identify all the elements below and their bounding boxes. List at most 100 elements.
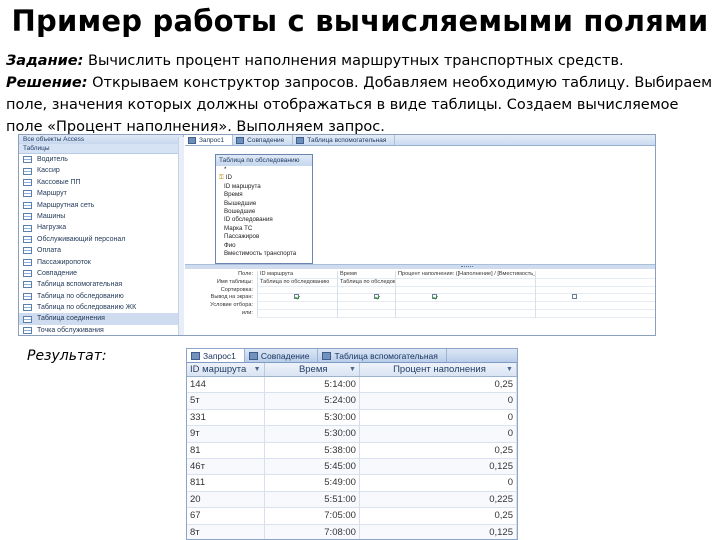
cell-time[interactable]: 5:14:00 bbox=[265, 377, 360, 393]
cell-route-id[interactable]: 81 bbox=[187, 442, 265, 458]
nav-table-item[interactable]: Обслуживающий персонал bbox=[19, 234, 183, 245]
table-field[interactable]: * bbox=[216, 166, 312, 174]
cell-fill-percent[interactable]: 0,25 bbox=[360, 377, 517, 393]
cell-time[interactable]: 7:05:00 bbox=[265, 508, 360, 524]
nav-table-item[interactable]: Маршрут bbox=[19, 188, 183, 199]
nav-scrollbar[interactable] bbox=[178, 137, 184, 335]
table-row[interactable]: 5т 5:24:00 0 bbox=[187, 393, 517, 410]
grid-sort-cell[interactable] bbox=[396, 287, 535, 295]
nav-table-item[interactable]: Точка обслуживания bbox=[19, 325, 183, 335]
grid-criteria-cell[interactable] bbox=[258, 302, 337, 310]
table-row[interactable]: 81 5:38:00 0,25 bbox=[187, 442, 517, 459]
table-field-list[interactable]: Таблица по обследованию * ⚿ ID ID маршрута В… bbox=[215, 154, 313, 264]
cell-fill-percent[interactable]: 0,125 bbox=[360, 458, 517, 475]
grid-column[interactable] bbox=[535, 271, 655, 318]
show-checkbox[interactable] bbox=[572, 294, 577, 300]
nav-pane-title[interactable]: Все объекты Access bbox=[19, 135, 183, 144]
grid-table-cell[interactable]: Таблица по обследованию bbox=[258, 279, 337, 287]
cell-route-id[interactable]: 331 bbox=[187, 409, 265, 426]
document-tab[interactable]: Запрос1 bbox=[185, 135, 234, 145]
grid-field-cell[interactable] bbox=[536, 271, 655, 279]
cell-time[interactable]: 5:49:00 bbox=[265, 475, 360, 491]
grid-field-cell[interactable]: Процент наполнения: ([Наполнение] / [Вме… bbox=[396, 271, 535, 279]
grid-table-cell[interactable]: Таблица по обследованию bbox=[338, 279, 395, 287]
nav-table-item[interactable]: Машины bbox=[19, 211, 183, 222]
show-checkbox[interactable] bbox=[374, 294, 379, 300]
sort-dropdown-icon[interactable]: ▼ bbox=[254, 363, 261, 376]
cell-route-id[interactable]: 5т bbox=[187, 393, 265, 409]
document-tab[interactable]: Совпадение bbox=[233, 135, 294, 145]
table-field[interactable]: Фио bbox=[216, 242, 312, 250]
nav-table-item[interactable]: Маршрутная сеть bbox=[19, 200, 183, 211]
nav-table-item[interactable]: Таблица по обследованию ЖК bbox=[19, 302, 183, 313]
table-row[interactable]: 811 5:49:00 0 bbox=[187, 475, 517, 492]
nav-table-item[interactable]: Пассажиропоток bbox=[19, 257, 183, 268]
cell-route-id[interactable]: 8т bbox=[187, 524, 265, 539]
document-tab[interactable]: Таблица вспомогательная bbox=[293, 135, 396, 145]
sort-dropdown-icon[interactable]: ▼ bbox=[349, 363, 356, 376]
splitter-grip[interactable] bbox=[461, 266, 473, 268]
nav-table-item[interactable]: Таблица соединения bbox=[19, 313, 183, 325]
grid-table-cell[interactable] bbox=[396, 279, 535, 287]
grid-sort-cell[interactable] bbox=[536, 287, 655, 295]
nav-table-item[interactable]: Кассир bbox=[19, 165, 183, 176]
header-fill-percent[interactable]: Процент наполнения ▼ bbox=[360, 363, 517, 376]
sort-dropdown-icon[interactable]: ▼ bbox=[506, 363, 513, 376]
grid-column[interactable]: ВремяТаблица по обследованию bbox=[337, 271, 395, 318]
cell-route-id[interactable]: 811 bbox=[187, 475, 265, 491]
table-field[interactable]: Вышедшие bbox=[216, 200, 312, 208]
grid-sort-cell[interactable] bbox=[258, 287, 337, 295]
cell-time[interactable]: 5:51:00 bbox=[265, 491, 360, 508]
grid-sort-cell[interactable] bbox=[338, 287, 395, 295]
nav-table-item[interactable]: Совпадение bbox=[19, 268, 183, 279]
show-checkbox[interactable] bbox=[294, 294, 299, 300]
table-row[interactable]: 331 5:30:00 0 bbox=[187, 409, 517, 427]
cell-fill-percent[interactable]: 0 bbox=[360, 409, 517, 426]
table-row[interactable]: 144 5:14:00 0,25 bbox=[187, 377, 517, 394]
header-time[interactable]: Время ▼ bbox=[265, 363, 360, 376]
result-tab[interactable]: Таблица вспомогательная bbox=[318, 349, 447, 362]
cell-time[interactable]: 5:38:00 bbox=[265, 442, 360, 458]
cell-time[interactable]: 5:30:00 bbox=[265, 426, 360, 442]
cell-fill-percent[interactable]: 0,225 bbox=[360, 491, 517, 508]
cell-fill-percent[interactable]: 0 bbox=[360, 426, 517, 442]
cell-fill-percent[interactable]: 0,25 bbox=[360, 442, 517, 458]
table-row[interactable]: 8т 7:08:00 0,125 bbox=[187, 524, 517, 539]
cell-time[interactable]: 5:45:00 bbox=[265, 458, 360, 475]
nav-table-item[interactable]: Нагрузка bbox=[19, 222, 183, 233]
cell-route-id[interactable]: 20 bbox=[187, 491, 265, 508]
table-row[interactable]: 9т 5:30:00 0 bbox=[187, 426, 517, 443]
table-field[interactable]: ⚿ ID bbox=[216, 174, 312, 182]
grid-column[interactable]: ID маршрута Таблица по обследованию bbox=[257, 271, 337, 318]
table-row[interactable]: 20 5:51:00 0,225 bbox=[187, 491, 517, 509]
show-checkbox[interactable] bbox=[432, 294, 437, 300]
result-tab[interactable]: Совпадение bbox=[245, 349, 319, 362]
grid-or-cell[interactable] bbox=[536, 310, 655, 318]
table-field[interactable]: Марка ТС bbox=[216, 225, 312, 233]
nav-table-item[interactable]: Кассовые ПП bbox=[19, 177, 183, 188]
cell-route-id[interactable]: 67 bbox=[187, 508, 265, 524]
cell-route-id[interactable]: 144 bbox=[187, 377, 265, 393]
nav-table-item[interactable]: Таблица по обследованию bbox=[19, 291, 183, 302]
table-field[interactable]: Вместимость транспорта bbox=[216, 250, 312, 258]
table-field[interactable]: Вошедшие bbox=[216, 208, 312, 216]
grid-or-cell[interactable] bbox=[338, 310, 395, 318]
grid-column[interactable]: Процент наполнения: ([Наполнение] / [Вме… bbox=[395, 271, 535, 318]
cell-time[interactable]: 5:30:00 bbox=[265, 409, 360, 426]
grid-criteria-cell[interactable] bbox=[396, 302, 535, 310]
table-field[interactable]: Время bbox=[216, 191, 312, 199]
grid-or-cell[interactable] bbox=[258, 310, 337, 318]
cell-time[interactable]: 7:08:00 bbox=[265, 524, 360, 539]
nav-group-header[interactable]: Таблицы bbox=[19, 144, 183, 154]
table-field[interactable]: ID обследования bbox=[216, 216, 312, 224]
nav-table-item[interactable]: Таблица вспомогательная bbox=[19, 279, 183, 290]
grid-field-cell[interactable]: ID маршрута bbox=[258, 271, 337, 279]
cell-route-id[interactable]: 46т bbox=[187, 458, 265, 475]
table-field[interactable]: Пассажиров bbox=[216, 233, 312, 241]
grid-criteria-cell[interactable] bbox=[338, 302, 395, 310]
cell-time[interactable]: 5:24:00 bbox=[265, 393, 360, 409]
table-field[interactable]: ID маршрута bbox=[216, 183, 312, 191]
grid-table-cell[interactable] bbox=[536, 279, 655, 287]
cell-fill-percent[interactable]: 0,125 bbox=[360, 524, 517, 539]
table-row[interactable]: 67 7:05:00 0,25 bbox=[187, 508, 517, 525]
